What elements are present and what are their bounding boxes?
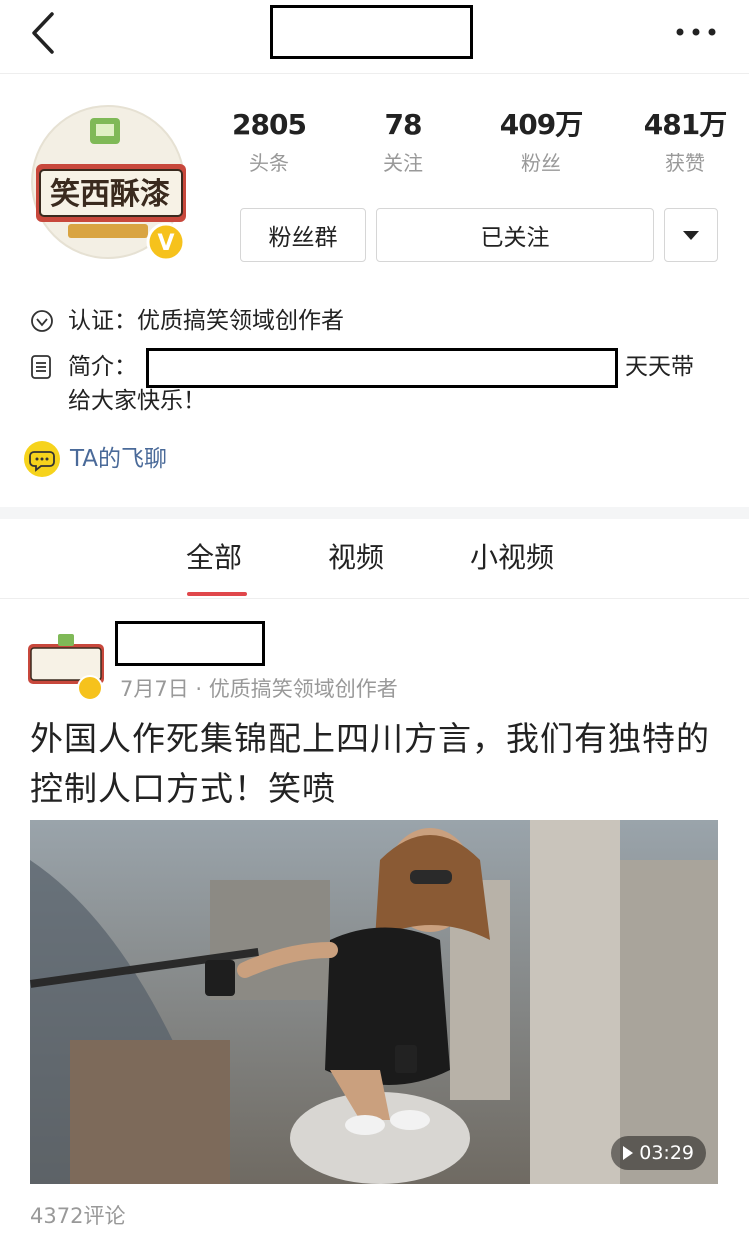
stat-label: 获赞 — [665, 151, 705, 175]
video-duration-badge: 03:29 — [611, 1136, 706, 1170]
redacted-post-author — [115, 621, 265, 666]
tab-video[interactable]: 视频 — [328, 536, 384, 580]
comment-count[interactable]: 4372评论 — [30, 1200, 125, 1232]
stat-label: 头条 — [249, 151, 289, 175]
profile-stats: 2805 头条 78 关注 409万 粉丝 481万 获赞 — [200, 104, 740, 184]
followed-button[interactable]: 已关注 — [376, 208, 654, 262]
intro-text-line2: 给大家快乐！ — [68, 388, 206, 414]
section-divider — [0, 507, 749, 519]
avatar[interactable]: 笑西酥漆 V — [30, 104, 190, 264]
stat-value: 409万 — [499, 108, 583, 141]
video-duration: 03:29 — [639, 1142, 694, 1164]
stat-label: 粉丝 — [521, 151, 561, 175]
video-thumbnail[interactable]: 03:29 — [30, 820, 718, 1184]
chat-bubble-icon[interactable] — [24, 441, 60, 477]
verified-badge-icon: V — [157, 231, 174, 256]
certification-text: 认证：优质搞笑领域创作者 — [68, 308, 344, 334]
intro-text: 天天带 — [625, 354, 694, 380]
play-icon — [623, 1146, 634, 1160]
stat-value: 78 — [384, 108, 423, 141]
stat-fans[interactable]: 409万 粉丝 — [476, 104, 606, 180]
chevron-left-icon[interactable] — [24, 8, 68, 58]
top-bar — [0, 0, 749, 74]
fans-group-button[interactable]: 粉丝群 — [240, 208, 366, 262]
document-icon — [30, 355, 52, 379]
more-dots-icon[interactable] — [672, 12, 722, 50]
verified-check-icon — [30, 309, 53, 333]
post-author-avatar[interactable] — [28, 632, 104, 702]
stat-label: 关注 — [383, 151, 423, 175]
redacted-account-name — [270, 5, 473, 59]
stat-value: 481万 — [643, 108, 727, 141]
intro-label: 简介： — [68, 354, 137, 380]
active-tab-indicator — [187, 592, 247, 596]
post-title[interactable]: 外国人作死集锦配上四川方言，我们有独特的控制人口方式！笑喷 — [30, 714, 720, 814]
caret-down-icon — [683, 230, 699, 240]
chat-link[interactable]: TA的飞聊 — [70, 442, 167, 476]
post-meta: 7月7日 · 优质搞笑领域创作者 — [120, 677, 398, 701]
tabs-divider — [0, 598, 749, 599]
profile-page: 笑西酥漆 V 2805 头条 78 关注 409万 粉丝 481万 获赞 粉丝群… — [0, 0, 749, 1237]
stat-following[interactable]: 78 关注 — [338, 104, 468, 180]
avatar-logo-text: 笑西酥漆 — [50, 177, 170, 212]
tab-all[interactable]: 全部 — [186, 536, 242, 580]
stat-likes[interactable]: 481万 获赞 — [620, 104, 749, 180]
stat-value: 2805 — [232, 108, 307, 141]
tab-small-video[interactable]: 小视频 — [470, 536, 554, 580]
stat-articles[interactable]: 2805 头条 — [204, 104, 334, 180]
follow-dropdown-button[interactable] — [664, 208, 718, 262]
redacted-intro — [146, 348, 618, 388]
